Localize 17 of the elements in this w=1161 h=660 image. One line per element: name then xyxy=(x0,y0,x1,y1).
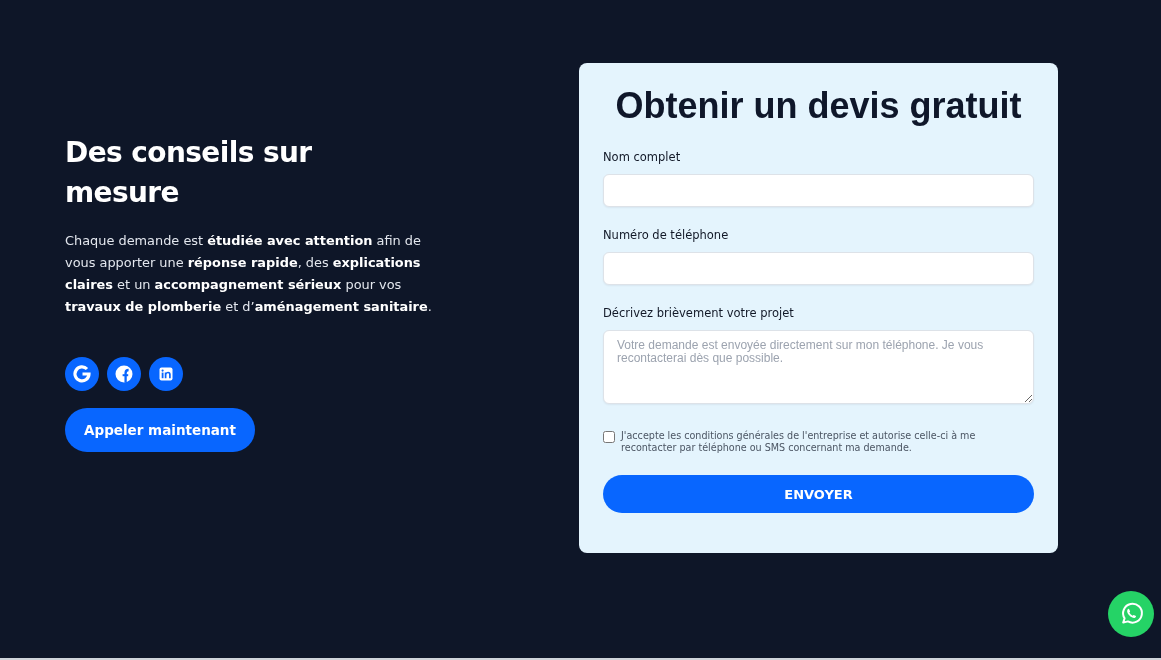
whatsapp-icon[interactable] xyxy=(1108,591,1154,637)
google-icon[interactable] xyxy=(65,357,99,391)
linkedin-icon[interactable] xyxy=(149,357,183,391)
input-field[interactable] xyxy=(603,252,1034,285)
hero-heading: Des conseils sur mesure xyxy=(65,135,313,211)
textarea-field[interactable]: Votre demande est envoyée directement sur mon téléphone. Je vous recontacterai dès que possible. xyxy=(603,330,1034,404)
call-now-button[interactable]: Appeler maintenant xyxy=(65,408,255,452)
field-label: Décrivez brièvement votre projet xyxy=(603,305,794,322)
submit-button[interactable]: ENVOYER xyxy=(603,475,1034,513)
field-label: Numéro de téléphone xyxy=(603,227,729,244)
input-field[interactable] xyxy=(603,174,1034,207)
field-label: Nom complet xyxy=(603,149,681,166)
hero-paragraph: Chaque demande est étudiée avec attention afin de vous apporter une réponse rapide, des explications claires et un accompagnement sérieux pour vos travaux de plomberie et d’aménagement sanitaire. xyxy=(65,232,433,316)
facebook-icon[interactable] xyxy=(107,357,141,391)
consent-text: J'accepte les conditions générales de l'entreprise et autorise celle-ci à me recontacter par téléphone ou SMS concernant ma demande. xyxy=(621,430,977,454)
checkbox[interactable] xyxy=(603,431,615,443)
form-title: Obtenir un devis gratuit xyxy=(614,85,1023,127)
